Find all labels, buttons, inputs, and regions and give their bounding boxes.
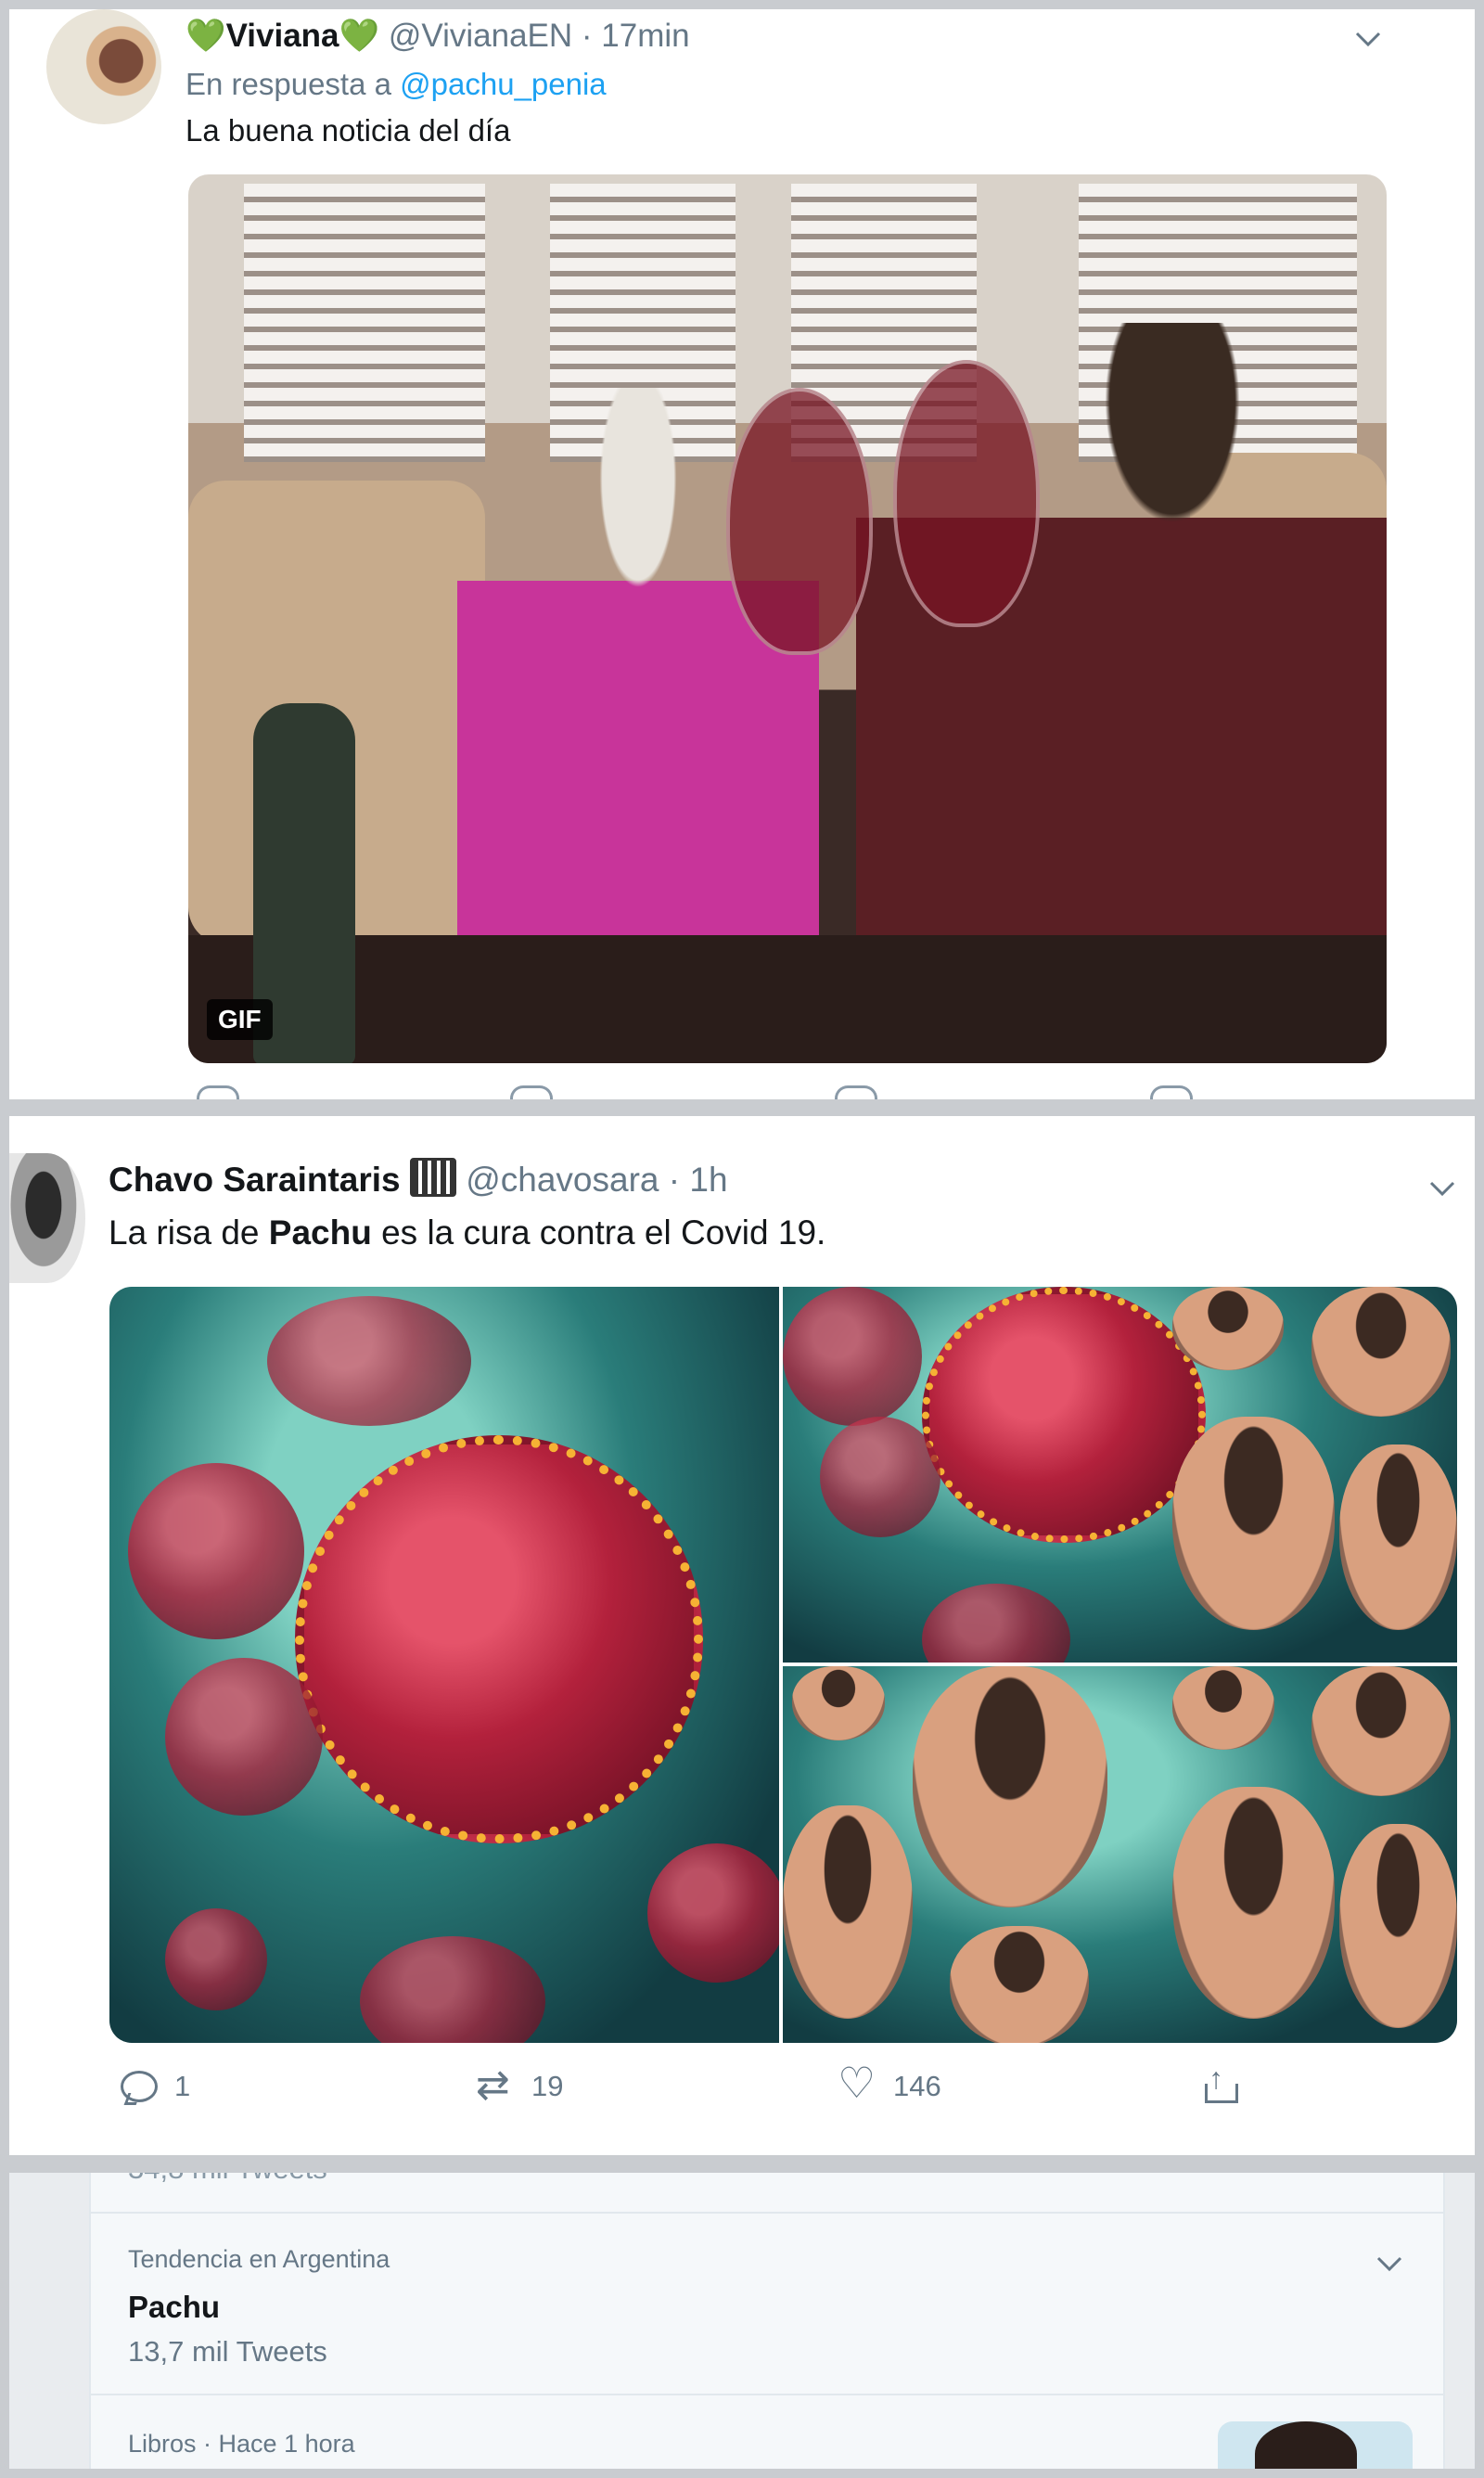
avatar[interactable] — [46, 9, 161, 124]
reply-context: En respuesta a @pachu_penia — [186, 67, 607, 102]
share-action[interactable] — [1199, 2061, 1238, 2106]
wine-glass — [726, 388, 873, 655]
trends-card: 34,8 mil Tweets Tendencia en Argentina P… — [89, 2173, 1445, 2469]
trend-context: Libros · Hace 1 hora — [128, 2430, 355, 2458]
table-image — [188, 935, 1387, 1063]
face-image — [792, 1666, 885, 1740]
virus-image — [165, 1658, 323, 1816]
share-icon[interactable] — [1150, 1085, 1193, 1099]
timestamp[interactable]: 17min — [601, 18, 689, 54]
tweet-text-bold: Pachu — [268, 1213, 372, 1252]
face-image — [1172, 1287, 1284, 1370]
reply-icon[interactable] — [119, 2067, 158, 2106]
face-image — [1172, 1666, 1274, 1750]
face-image — [1311, 1666, 1451, 1796]
photo-virus[interactable] — [109, 1287, 779, 2043]
face-image — [913, 1666, 1107, 1907]
share-icon[interactable] — [1199, 2061, 1238, 2106]
face-image — [1339, 1444, 1457, 1630]
handle[interactable]: @VivianaEN — [389, 18, 572, 54]
like-action[interactable]: 146 — [838, 2058, 941, 2108]
heart-icon[interactable] — [835, 1085, 877, 1099]
virus-image — [922, 1584, 1070, 1663]
window-blinds-image — [244, 184, 485, 462]
trend-title[interactable]: Pachu — [128, 2290, 220, 2325]
virus-image — [360, 1936, 545, 2043]
photo-grid — [109, 1287, 1457, 2043]
tweet-actions-partial — [186, 1085, 1391, 1099]
tweet-chavo[interactable]: Chavo Saraintaris @chavosara · 1h La ris… — [9, 1116, 1475, 2155]
virus-image — [165, 1908, 267, 2010]
tweet-header: 💚Viviana💚 @VivianaEN · 17min — [186, 17, 690, 55]
trend-thumbnail[interactable] — [1218, 2421, 1413, 2469]
retweet-count: 19 — [531, 2070, 564, 2102]
reply-count: 1 — [174, 2070, 191, 2102]
tweet-viviana[interactable]: 💚Viviana💚 @VivianaEN · 17min En respuest… — [9, 9, 1475, 1099]
retweet-action[interactable]: 19 — [476, 2061, 564, 2109]
divider — [91, 2394, 1443, 2395]
gif-badge: GIF — [207, 999, 273, 1040]
previous-trend-count: 34,8 mil Tweets — [128, 2173, 327, 2186]
photo-virus-faces-top[interactable] — [783, 1287, 1457, 1663]
virus-image — [820, 1417, 940, 1537]
tweet-text: La buena noticia del día — [186, 113, 511, 148]
wine-glass — [893, 360, 1040, 627]
tweet-header: Chavo Saraintaris @chavosara · 1h — [109, 1158, 728, 1200]
face-image — [783, 1805, 913, 2019]
tweet-actions: 1 19 146 — [109, 2058, 1457, 2123]
display-name[interactable]: Chavo Saraintaris — [109, 1161, 401, 1199]
virus-image — [295, 1435, 703, 1843]
time-separator: · — [668, 1161, 681, 1199]
chevron-down-icon[interactable] — [1354, 30, 1382, 48]
tweet-text: La risa de Pachu es la cura contra el Co… — [109, 1213, 825, 1252]
retweet-icon[interactable] — [476, 2061, 515, 2109]
virus-image — [922, 1287, 1206, 1543]
virus-image — [128, 1463, 304, 1639]
heart-icon[interactable] — [838, 2058, 876, 2108]
avatar[interactable] — [9, 1153, 85, 1283]
trend-count: 13,7 mil Tweets — [128, 2335, 327, 2368]
gif-media[interactable]: GIF — [188, 174, 1387, 1063]
reply-prefix: En respuesta a — [186, 67, 391, 101]
chevron-down-icon[interactable] — [1428, 1179, 1456, 1198]
virus-image — [267, 1296, 471, 1426]
retweet-icon[interactable] — [510, 1085, 553, 1099]
face-image — [1172, 1417, 1335, 1630]
face-image — [1172, 1787, 1335, 2019]
chevron-down-icon[interactable] — [1375, 2254, 1403, 2273]
clapperboard-icon — [409, 1158, 456, 1197]
face-image — [1339, 1824, 1457, 2028]
mention-link[interactable]: @pachu_penia — [400, 67, 607, 101]
virus-image — [647, 1843, 779, 1983]
face-image — [950, 1926, 1089, 2043]
time-separator: · — [581, 18, 593, 54]
face-image — [1311, 1287, 1451, 1417]
reply-icon[interactable] — [197, 1085, 239, 1099]
photo-faces-bottom[interactable] — [783, 1666, 1457, 2043]
display-name[interactable]: 💚Viviana💚 — [186, 18, 379, 54]
trends-panel: 34,8 mil Tweets Tendencia en Argentina P… — [9, 2173, 1475, 2469]
reply-action[interactable]: 1 — [119, 2067, 190, 2106]
tweet-text-part: La risa de — [109, 1213, 269, 1252]
timestamp[interactable]: 1h — [689, 1161, 727, 1199]
tweet-text-part: es la cura contra el Covid 19. — [371, 1213, 826, 1252]
like-count: 146 — [893, 2070, 941, 2102]
handle[interactable]: @chavosara — [466, 1161, 659, 1199]
trend-context: Tendencia en Argentina — [128, 2245, 390, 2273]
virus-image — [783, 1287, 922, 1426]
